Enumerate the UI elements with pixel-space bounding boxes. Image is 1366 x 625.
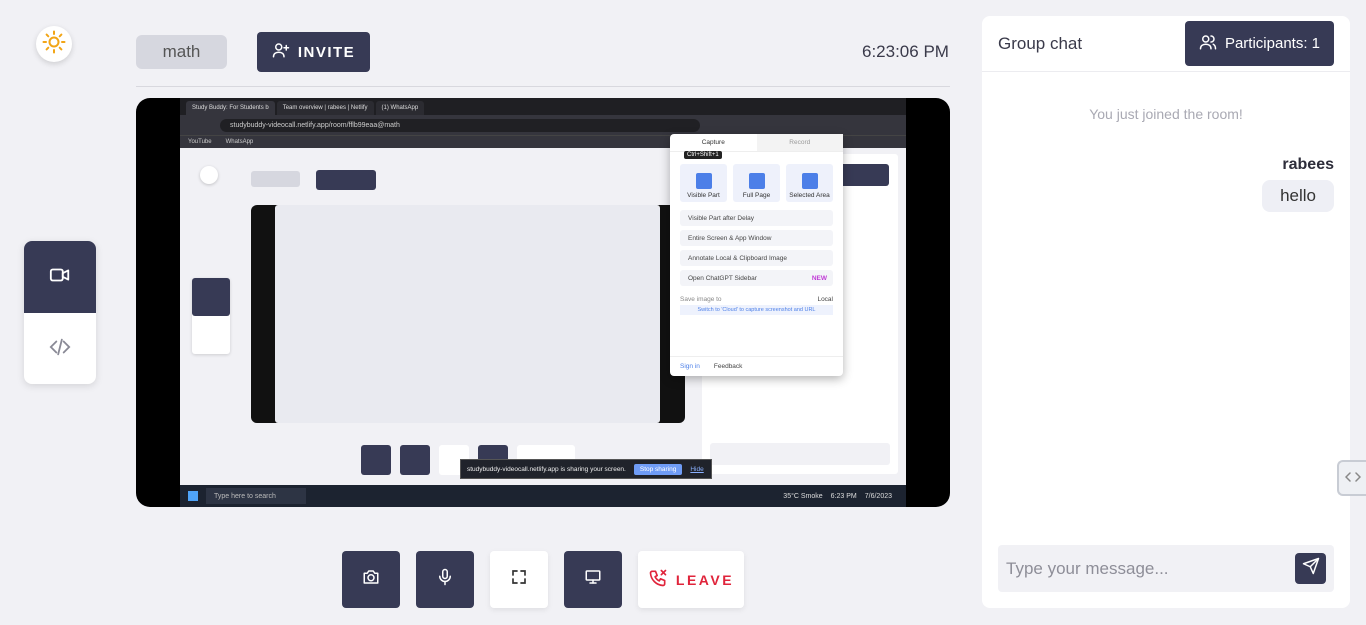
nested-chat-input — [710, 443, 890, 465]
windows-taskbar: Type here to search 35°C Smoke 6:23 PM 7… — [180, 485, 906, 507]
chat-message-input[interactable] — [1006, 558, 1286, 579]
share-notice-text: studybuddy-videocall.netlify.app is shar… — [467, 465, 626, 473]
bookmark-item: YouTube — [188, 139, 212, 145]
browser-url: studybuddy-videocall.netlify.app/room/ff… — [220, 118, 700, 132]
phone-hangup-icon — [648, 568, 668, 591]
microphone-icon — [436, 568, 454, 591]
popup-tab-record: Record — [756, 134, 843, 151]
popup-save-value: Local — [817, 296, 833, 303]
shared-screen-video[interactable]: Study Buddy: For Students b Team overvie… — [136, 98, 950, 507]
leave-button[interactable]: LEAVE — [638, 551, 744, 608]
sun-icon — [42, 30, 66, 59]
nested-control — [400, 445, 430, 475]
video-mode-button[interactable] — [24, 241, 96, 313]
popup-tile: Visible Part — [680, 164, 727, 202]
popup-feedback: Feedback — [713, 363, 743, 370]
room-name-badge: math — [136, 35, 227, 69]
taskbar-search: Type here to search — [206, 488, 306, 504]
message-sender: rabees — [1282, 156, 1334, 173]
popup-tile-label: Selected Area — [789, 192, 830, 199]
popup-tile: Selected Area — [786, 164, 833, 202]
popup-shortcut-tooltip: Ctrl+Shift+1 — [684, 151, 722, 159]
group-chat-panel: Group chat Participants: 1 You just join… — [982, 16, 1350, 608]
code-mode-button[interactable] — [24, 313, 96, 384]
popup-tile: Full Page — [733, 164, 780, 202]
nested-side-toggle-active — [192, 278, 230, 316]
theme-toggle-button[interactable] — [36, 26, 72, 62]
chat-compose — [998, 545, 1334, 592]
taskbar-time: 6:23 PM — [830, 492, 857, 500]
participants-label: Participants: 1 — [1224, 35, 1320, 52]
popup-tab-capture: Capture — [701, 139, 725, 146]
send-message-button[interactable] — [1295, 553, 1326, 584]
stop-sharing-label: Stop sharing — [633, 463, 683, 475]
popup-option: Open ChatGPT Sidebar NEW — [680, 270, 833, 286]
browser-url-bar: studybuddy-videocall.netlify.app/room/ff… — [180, 115, 906, 135]
invite-label: INVITE — [297, 43, 356, 61]
message-bubble: hello — [1262, 180, 1334, 212]
microphone-button[interactable] — [416, 551, 474, 608]
clock-display: 6:23:06 PM — [862, 42, 949, 61]
popup-option: Entire Screen & App Window — [680, 230, 833, 246]
screen-share-button[interactable] — [564, 551, 622, 608]
popup-option-label: Visible Part after Delay — [688, 214, 754, 222]
nested-room-chip — [251, 171, 300, 187]
system-message: You just joined the room! — [1089, 106, 1243, 122]
nested-screen-inner — [275, 205, 660, 423]
capture-extension-popup: Capture Record Ctrl+Shift+1 Visible Part… — [670, 134, 843, 376]
monitor-icon — [584, 568, 602, 591]
invite-button[interactable]: INVITE — [257, 32, 370, 72]
camera-button[interactable] — [342, 551, 400, 608]
screen-capture: Study Buddy: For Students b Team overvie… — [180, 98, 906, 507]
camera-icon — [362, 568, 380, 591]
popup-option: Visible Part after Delay — [680, 210, 833, 226]
popup-tile-label: Full Page — [742, 192, 771, 199]
hide-notice-label: Hide — [690, 465, 704, 473]
popup-option-label: Open ChatGPT Sidebar — [688, 274, 757, 282]
video-camera-icon — [49, 264, 71, 291]
header-divider — [136, 86, 950, 87]
screen-share-notice: studybuddy-videocall.netlify.app is shar… — [460, 459, 712, 479]
add-user-icon — [272, 41, 290, 63]
send-icon — [1302, 557, 1320, 580]
browser-tab: (1) WhatsApp — [375, 101, 425, 115]
collapse-arrows-icon — [1344, 472, 1361, 484]
browser-tab-bar: Study Buddy: For Students b Team overvie… — [180, 98, 906, 115]
participants-button[interactable]: Participants: 1 — [1184, 21, 1334, 66]
view-mode-toggle — [24, 241, 96, 384]
leave-label: LEAVE — [675, 571, 735, 588]
popup-option-label: Entire Screen & App Window — [688, 234, 772, 242]
taskbar-date: 7/6/2023 — [864, 492, 892, 500]
participants-icon — [1199, 33, 1217, 55]
windows-icon — [188, 491, 198, 501]
fullscreen-button[interactable] — [490, 551, 548, 608]
code-icon — [49, 336, 71, 363]
popup-save-label: Save image to — [680, 296, 722, 303]
nested-control — [361, 445, 391, 475]
popup-sign-in: Sign in — [680, 363, 700, 370]
popup-tile-label: Visible Part — [687, 192, 720, 199]
taskbar-weather: 35°C Smoke — [783, 492, 823, 500]
browser-tab: Study Buddy: For Students b — [186, 101, 275, 115]
chat-title: Group chat — [998, 33, 1083, 53]
call-controls: LEAVE — [342, 551, 744, 608]
fullscreen-icon — [511, 569, 527, 590]
popup-option-label: Annotate Local & Clipboard Image — [688, 254, 788, 262]
popup-cloud-hint: Switch to 'Cloud' to capture screenshot … — [680, 305, 833, 315]
panel-collapse-handle[interactable] — [1337, 460, 1366, 496]
nested-invite-button — [316, 170, 376, 190]
new-badge: NEW — [811, 274, 827, 282]
bookmark-item: WhatsApp — [225, 139, 254, 145]
browser-tab: Team overview | rabees | Netlify — [276, 101, 374, 115]
popup-option: Annotate Local & Clipboard Image — [680, 250, 833, 266]
nested-theme-button — [200, 166, 218, 184]
